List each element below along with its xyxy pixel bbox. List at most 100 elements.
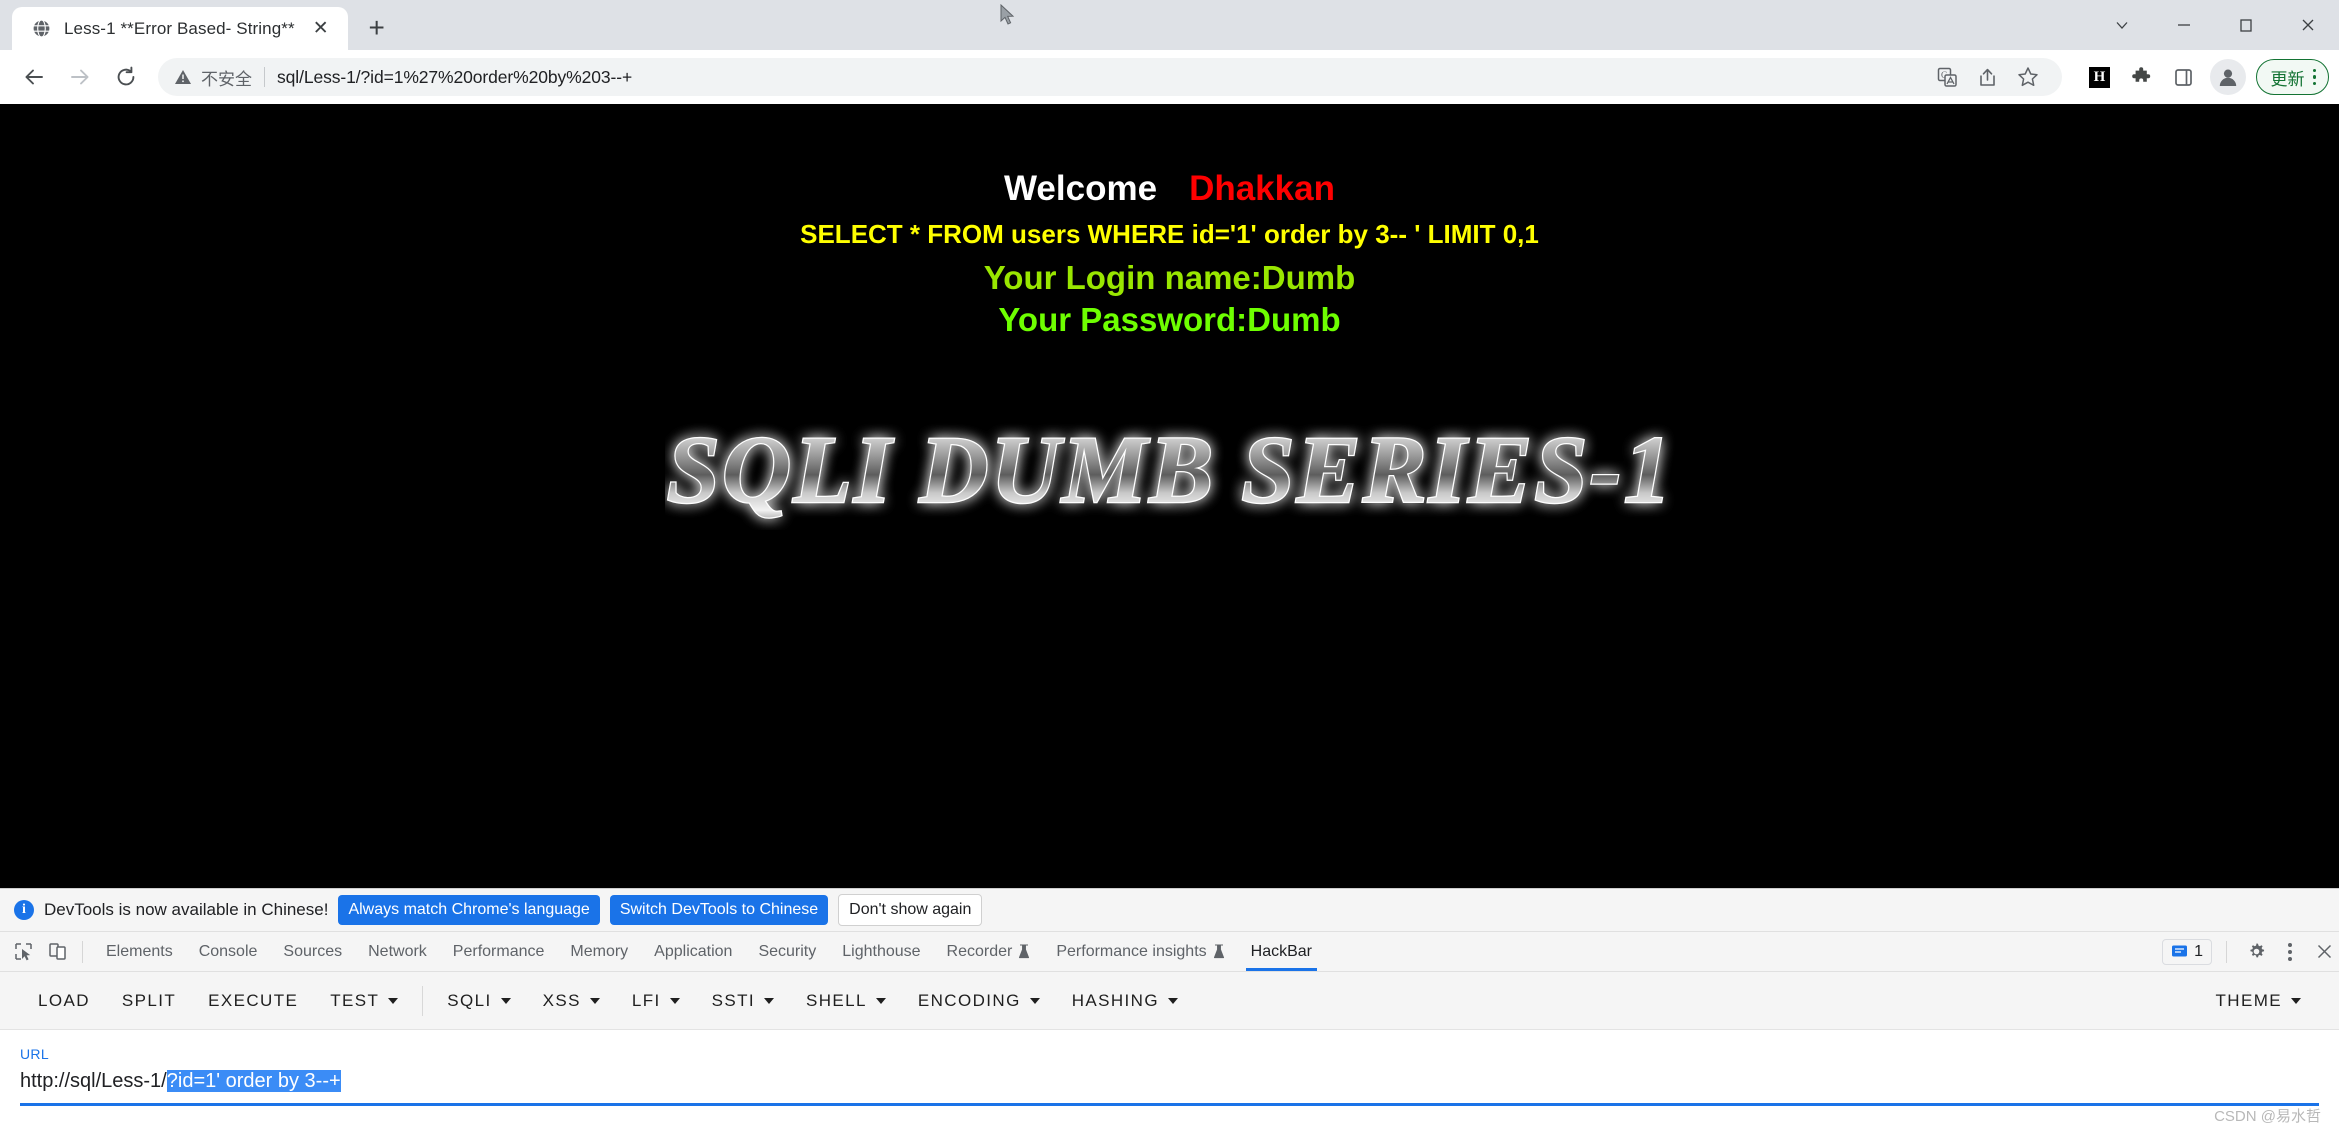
translate-icon: G [1937, 67, 1957, 87]
password-text: Your Password:Dumb [998, 300, 1341, 338]
always-match-language-button[interactable]: Always match Chrome's language [338, 895, 600, 925]
extensions-button[interactable] [2122, 57, 2162, 97]
new-tab-button[interactable]: + [356, 7, 398, 49]
close-icon [2302, 19, 2314, 31]
hackbar-extension-button[interactable]: H [2080, 57, 2120, 97]
tab-label: Performance [452, 942, 545, 960]
translate-button[interactable]: G [1928, 58, 1968, 96]
message-icon [2172, 945, 2188, 957]
button-label: LOAD [38, 990, 90, 1010]
url-plain-text: http://sql/Less-1/ [20, 1070, 167, 1092]
devtools-tab-application[interactable]: Application [641, 932, 745, 971]
mouse-cursor-icon [1000, 4, 1015, 25]
devtools-tab-console[interactable]: Console [186, 932, 271, 971]
hackbar-xss-button[interactable]: XSS [527, 983, 616, 1019]
hackbar-shell-button[interactable]: SHELL [790, 983, 902, 1019]
devtools-right-divider [2226, 940, 2227, 963]
chevron-down-icon [1167, 997, 1178, 1004]
devtools-tab-memory[interactable]: Memory [557, 932, 641, 971]
switch-to-chinese-button[interactable]: Switch DevTools to Chinese [609, 895, 829, 925]
hackbar-lfi-button[interactable]: LFI [616, 983, 696, 1019]
omnibox[interactable]: 不安全 sql/Less-1/?id=1%27%20order%20by%203… [158, 58, 2062, 96]
tab-close-icon[interactable]: ✕ [308, 16, 334, 42]
web-page-content: Welcome Dhakkan SELECT * FROM users WHERE… [0, 106, 2339, 888]
devtools-tab-lighthouse[interactable]: Lighthouse [829, 932, 933, 971]
devtools-tab-performance[interactable]: Performance [440, 932, 558, 971]
maximize-icon [2240, 19, 2252, 32]
forward-button[interactable] [58, 55, 102, 99]
bookmark-button[interactable] [2008, 58, 2048, 96]
hackbar-test-button[interactable]: TEST [314, 983, 414, 1019]
devtools-tab-performance-insights[interactable]: Performance insights [1043, 932, 1237, 971]
tab-label: Performance insights [1056, 942, 1207, 960]
omnibox-url-text[interactable]: sql/Less-1/?id=1%27%20order%20by%203--+ [277, 67, 1919, 88]
message-count-label: 1 [2194, 942, 2203, 960]
devtools-tab-recorder[interactable]: Recorder [934, 932, 1044, 971]
minimize-button[interactable] [2153, 0, 2215, 50]
inspect-element-icon [14, 943, 32, 961]
vertical-dots-icon[interactable] [2309, 68, 2321, 86]
warning-triangle-icon [174, 68, 192, 86]
devtools-tab-hackbar[interactable]: HackBar [1238, 932, 1325, 971]
back-button[interactable] [12, 55, 56, 99]
browser-tab[interactable]: Less-1 **Error Based- String** ✕ [12, 7, 348, 50]
button-label: SPLIT [121, 990, 177, 1010]
hackbar-extension-icon: H [2089, 66, 2110, 88]
hackbar-ssti-button[interactable]: SSTI [696, 983, 790, 1019]
hackbar-execute-button[interactable]: EXECUTE [192, 983, 314, 1019]
tab-label: HackBar [1250, 942, 1313, 960]
hackbar-split-button[interactable]: SPLIT [106, 983, 192, 1019]
puzzle-piece-icon [2132, 66, 2151, 82]
devtools-tab-bar: Elements Console Sources Network Perform… [0, 932, 2339, 972]
hackbar-encoding-button[interactable]: ENCODING [902, 983, 1056, 1019]
omnibox-actions: G [1928, 58, 2048, 96]
hackbar-toolbar: LOAD SPLIT EXECUTE TEST SQLI XSS LFI SST… [0, 972, 2339, 1030]
button-label: EXECUTE [208, 990, 299, 1010]
devtools-menu-button[interactable] [2275, 937, 2305, 967]
update-button[interactable]: 更新 [2255, 59, 2329, 95]
button-label: HASHING [1071, 990, 1159, 1010]
chevron-down-icon [388, 997, 399, 1004]
svg-text:SQLI DUMB SERIES-1: SQLI DUMB SERIES-1 [666, 416, 1673, 523]
profile-button[interactable] [2209, 59, 2246, 95]
dont-show-again-button[interactable]: Don't show again [838, 894, 983, 926]
inspect-element-button[interactable] [8, 937, 38, 967]
hackbar-theme-button[interactable]: THEME [2200, 983, 2318, 1019]
devtools-toolbar-divider [82, 940, 83, 963]
device-toolbar-icon [48, 943, 66, 960]
browser-tab-strip: Less-1 **Error Based- String** ✕ + [0, 0, 2339, 50]
devtools-tab-sources[interactable]: Sources [270, 932, 355, 971]
hackbar-hashing-button[interactable]: HASHING [1056, 983, 1194, 1019]
hackbar-sqli-button[interactable]: SQLI [431, 983, 526, 1019]
devtools-tab-security[interactable]: Security [745, 932, 829, 971]
devtools-message-count[interactable]: 1 [2162, 938, 2212, 965]
infobar-message: DevTools is now available in Chinese! [44, 900, 329, 919]
devtools-settings-button[interactable] [2241, 937, 2271, 967]
button-label: THEME [2215, 990, 2282, 1010]
chevron-down-icon [764, 997, 775, 1004]
window-close-button[interactable] [2277, 0, 2339, 50]
device-toolbar-button[interactable] [42, 937, 72, 967]
button-label: LFI [631, 990, 661, 1010]
avatar-icon [2219, 69, 2236, 86]
chevron-down-icon [2291, 997, 2301, 1004]
reload-button[interactable] [104, 55, 148, 99]
browser-toolbar: 不安全 sql/Less-1/?id=1%27%20order%20by%203… [0, 50, 2339, 106]
side-panel-button[interactable] [2164, 57, 2204, 97]
chevron-down-icon [589, 997, 600, 1004]
hackbar-url-input[interactable]: http://sql/Less-1/?id=1' order by 3--+ [20, 1067, 2319, 1100]
tab-label: Sources [283, 942, 343, 960]
devtools-close-button[interactable] [2309, 937, 2339, 967]
info-icon: i [14, 900, 34, 920]
forward-arrow-icon [71, 69, 89, 85]
maximize-button[interactable] [2215, 0, 2277, 50]
tab-search-button[interactable] [2091, 0, 2153, 50]
devtools-tab-elements[interactable]: Elements [93, 932, 186, 971]
share-button[interactable] [1968, 58, 2008, 96]
hackbar-load-button[interactable]: LOAD [22, 983, 106, 1019]
devtools-tab-network[interactable]: Network [355, 932, 440, 971]
tab-label: Lighthouse [842, 942, 921, 960]
experiment-flask-icon [1019, 944, 1030, 959]
tab-label: Security [758, 942, 817, 960]
reload-icon [117, 66, 135, 86]
